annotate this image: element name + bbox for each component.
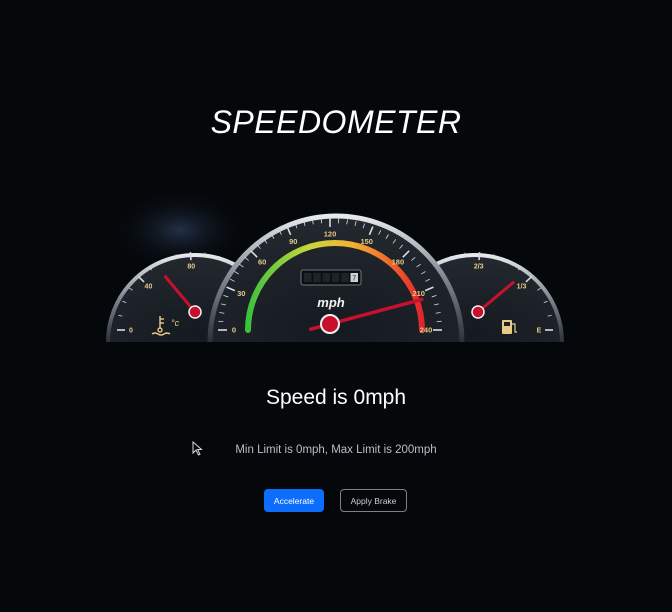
speed-tick-label: 240 — [420, 326, 433, 335]
speed-tick-label: 30 — [237, 289, 245, 298]
accelerate-button[interactable]: Accelerate — [264, 489, 324, 512]
fuel-tick-label: 2/3 — [474, 264, 484, 271]
temperature-tick-label: 40 — [145, 284, 153, 291]
odometer-digit: 7 — [352, 276, 356, 283]
odometer-digit-cell — [331, 273, 340, 282]
fuel-needle-hub — [471, 305, 485, 319]
page-title: SPEEDOMETER — [210, 104, 462, 140]
temperature-unit: °c — [171, 318, 180, 328]
odometer-display: 7 — [300, 269, 362, 286]
minor-tick — [204, 252, 206, 257]
speed-tick-label: 60 — [258, 258, 266, 267]
odometer-digit-cell — [313, 273, 321, 282]
temperature-tick-label: 0 — [129, 327, 133, 334]
fuel-tick-label: E — [537, 327, 542, 334]
temperature-tick-label: 80 — [187, 264, 195, 271]
mouse-cursor-icon — [192, 441, 203, 456]
gauge-cluster-svg: 04080120 °c F2/31/3E — [106, 190, 564, 343]
apply-brake-button[interactable]: Apply Brake — [340, 489, 407, 512]
speed-tick-label: 210 — [412, 289, 425, 298]
odometer-digit-cell — [322, 273, 331, 282]
speed-readout: Speed is 0mph — [265, 386, 407, 409]
odometer-digit-cell — [341, 273, 349, 282]
odometer-digit-cell — [304, 273, 312, 282]
speed-tick-label: 90 — [289, 237, 297, 246]
minor-tick — [464, 252, 466, 257]
speed-needle-hub — [320, 314, 340, 334]
speed-tick-label: 120 — [324, 230, 337, 239]
temperature-needle-hub — [188, 305, 202, 319]
speed-tick-label: 180 — [392, 258, 405, 267]
speed-unit-label: mph — [317, 295, 345, 310]
speed-limits-text: Min Limit is 0mph, Max Limit is 200mph — [235, 444, 437, 456]
dashboard-cluster: 04080120 °c F2/31/3E — [100, 190, 570, 360]
fuel-tick-label: 1/3 — [517, 284, 527, 291]
speed-tick-label: 0 — [232, 326, 236, 335]
speed-tick-label: 150 — [360, 237, 373, 246]
